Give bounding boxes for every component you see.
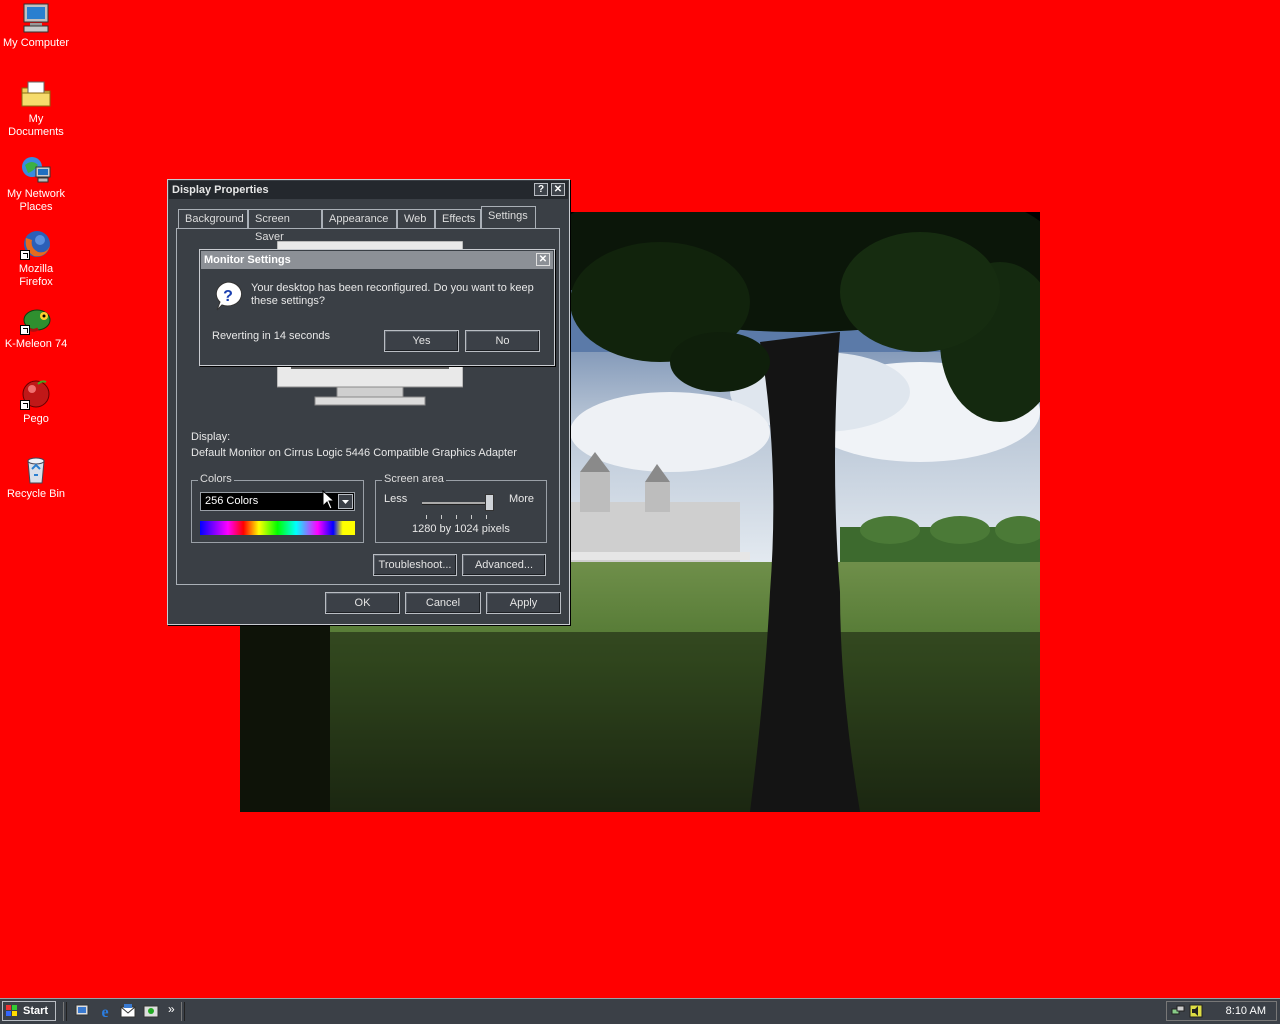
svg-text:e: e [101, 1004, 108, 1019]
icon-label: My Network Places [6, 188, 66, 213]
taskbar: Start e » 8:10 AM [0, 998, 1280, 1024]
shortcut-arrow-icon [20, 325, 30, 335]
colors-group: Colors 256 Colors [191, 473, 364, 543]
countdown-text: Reverting in 14 seconds [212, 330, 331, 342]
tab-settings[interactable]: Settings [481, 206, 536, 228]
resolution-text: 1280 by 1024 pixels [412, 523, 510, 535]
close-button[interactable]: ✕ [536, 253, 550, 266]
desktop-icon-mozilla-firefox[interactable]: Mozilla Firefox [0, 228, 72, 289]
tab-screen-saver[interactable]: Screen Saver [248, 209, 322, 243]
tab-effects[interactable]: Effects [435, 209, 481, 228]
display-properties-window: Display Properties ? ✕ Background Screen… [167, 179, 570, 625]
volume-tray-icon[interactable] [1189, 1004, 1203, 1018]
icon-label: Pego [23, 413, 49, 425]
desktop-icon-recycle-bin[interactable]: Recycle Bin [0, 453, 72, 501]
more-label: More [508, 493, 534, 505]
colors-label: Colors [198, 473, 234, 485]
monitor-settings-titlebar[interactable]: Monitor Settings ✕ [201, 251, 553, 269]
desktop-icon-my-documents[interactable]: My Documents [0, 78, 72, 139]
folder-icon [20, 78, 52, 110]
advanced-button[interactable]: Advanced... [462, 554, 546, 576]
computer-icon [20, 2, 52, 34]
mouse-pointer-icon [322, 489, 336, 510]
close-button[interactable]: ✕ [551, 183, 565, 196]
chameleon-icon [20, 303, 52, 335]
clock[interactable]: 8:10 AM [1226, 1005, 1266, 1017]
icon-label: My Computer [2, 37, 70, 49]
quick-launch-chevron[interactable]: » [168, 1002, 175, 1016]
shortcut-arrow-icon [20, 400, 30, 410]
display-properties-titlebar[interactable]: Display Properties ? ✕ [169, 181, 568, 199]
show-desktop-icon[interactable] [74, 1003, 90, 1019]
firefox-icon [20, 228, 52, 260]
slider-thumb[interactable] [485, 494, 494, 511]
tab-background[interactable]: Background [178, 209, 248, 228]
cancel-button[interactable]: Cancel [405, 592, 481, 614]
desktop-icon-k-meleon[interactable]: K-Meleon 74 [0, 303, 72, 351]
display-label: Display: [191, 431, 231, 443]
shortcut-arrow-icon [20, 250, 30, 260]
window-title: Display Properties [172, 184, 269, 196]
tab-strip: Background Screen Saver Appearance Web E… [176, 206, 562, 243]
icon-label: Mozilla Firefox [18, 263, 54, 288]
icon-label: K-Meleon 74 [4, 338, 68, 350]
quick-launch-divider [63, 1002, 67, 1021]
taskbar-divider [181, 1002, 185, 1021]
media-icon[interactable] [143, 1003, 159, 1019]
no-button[interactable]: No [465, 330, 540, 352]
dialog-title: Monitor Settings [204, 254, 291, 266]
slider-track [422, 502, 492, 505]
question-icon: ? [212, 280, 244, 312]
network-icon [20, 153, 52, 185]
desktop-icon-my-computer[interactable]: My Computer [0, 2, 72, 50]
slider-ticks [426, 515, 490, 519]
desktop-icon-pego[interactable]: Pego [0, 378, 72, 426]
network-tray-icon[interactable] [1171, 1004, 1185, 1018]
dialog-message: Your desktop has been reconfigured. Do y… [251, 282, 534, 307]
windows-logo-icon [6, 1005, 18, 1017]
desktop-icon-my-network-places[interactable]: My Network Places [0, 153, 72, 214]
resolution-slider[interactable] [422, 493, 494, 519]
screen-area-group: Screen area Less More 1280 by 1024 pixel… [375, 473, 547, 543]
chevron-down-icon[interactable] [338, 494, 353, 509]
apply-button[interactable]: Apply [486, 592, 561, 614]
desktop: My Computer My Documents My Network Plac… [0, 0, 1280, 998]
monitor-settings-dialog: Monitor Settings ✕ ? Your desktop has be… [199, 249, 555, 366]
help-button[interactable]: ? [534, 183, 548, 196]
less-label: Less [384, 493, 408, 505]
ok-button[interactable]: OK [325, 592, 400, 614]
pego-icon [20, 378, 52, 410]
recycle-bin-icon [20, 453, 52, 485]
icon-label: My Documents [8, 113, 64, 138]
start-label: Start [23, 1005, 49, 1017]
icon-label: Recycle Bin [6, 488, 66, 500]
tab-appearance[interactable]: Appearance [322, 209, 397, 228]
internet-explorer-icon[interactable]: e [97, 1003, 113, 1021]
troubleshoot-button[interactable]: Troubleshoot... [373, 554, 457, 576]
svg-text:?: ? [223, 288, 233, 305]
system-tray: 8:10 AM [1166, 1001, 1277, 1021]
colors-dropdown-value: 256 Colors [205, 495, 259, 507]
tab-web[interactable]: Web [397, 209, 435, 228]
display-adapter-value: Default Monitor on Cirrus Logic 5446 Com… [191, 447, 517, 459]
yes-button[interactable]: Yes [384, 330, 459, 352]
color-palette-bar [200, 521, 355, 535]
screen-area-label: Screen area [382, 473, 446, 485]
start-button[interactable]: Start [2, 1001, 56, 1021]
outlook-express-icon[interactable] [120, 1003, 136, 1019]
